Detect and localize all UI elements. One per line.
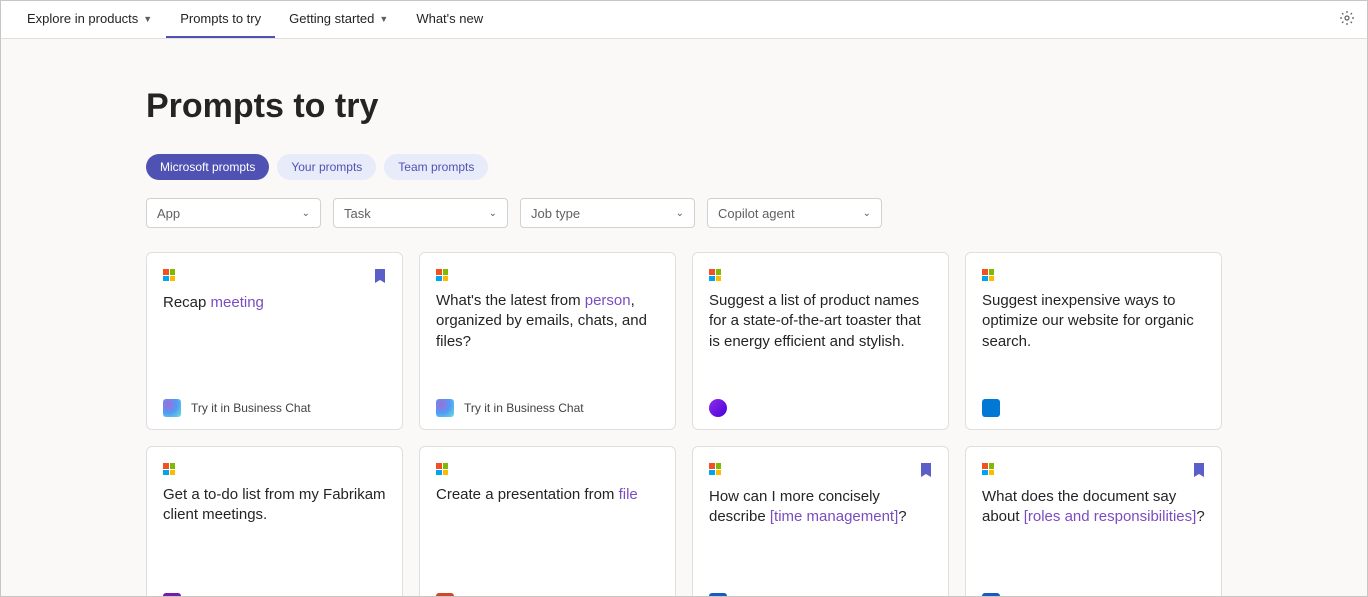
prompt-placeholder: person — [585, 292, 631, 309]
bookmark-icon[interactable] — [920, 463, 932, 477]
bookmark-icon[interactable] — [1193, 463, 1205, 477]
nav-label: Getting started — [289, 11, 374, 26]
prompt-text: How can I more concisely describe [time … — [709, 487, 932, 528]
prompt-placeholder: [roles and responsibilities] — [1024, 508, 1197, 525]
prompt-card[interactable]: What does the document say about [roles … — [965, 446, 1222, 597]
chevron-down-icon: ▼ — [143, 14, 152, 24]
prompt-card[interactable]: Get a to-do list from my Fabrikam client… — [146, 446, 403, 597]
prompt-cards-grid: Recap meeting Try it in Business Chat What… — [146, 252, 1222, 597]
prompt-placeholder: file — [619, 486, 638, 503]
filter-task[interactable]: Task ⌄ — [333, 198, 508, 228]
main-content: Prompts to try Microsoft prompts Your pr… — [134, 39, 1234, 597]
app-window: Explore in products ▼ Prompts to try Get… — [0, 0, 1368, 597]
powerpoint-app-icon: P — [436, 593, 454, 597]
chevron-down-icon: ▼ — [379, 14, 388, 24]
prompt-source-tabs: Microsoft prompts Your prompts Team prom… — [146, 154, 1222, 180]
onenote-app-icon: N — [163, 593, 181, 597]
card-footer — [709, 399, 932, 417]
card-footer: PTry it in PowerPoint — [436, 593, 659, 597]
chevron-down-icon: ⌄ — [676, 208, 684, 219]
prompt-card[interactable]: Recap meeting Try it in Business Chat — [146, 252, 403, 430]
prompt-card[interactable]: Create a presentation from file PTry it i… — [419, 446, 676, 597]
card-header — [436, 269, 659, 281]
filter-row: App ⌄ Task ⌄ Job type ⌄ Copilot agent ⌄ — [146, 198, 1222, 228]
nav-label: Explore in products — [27, 11, 138, 26]
card-footer: Try it in Business Chat — [163, 399, 386, 417]
microsoft-logo-icon — [436, 463, 448, 475]
nav-getting-started[interactable]: Getting started ▼ — [275, 1, 402, 38]
bizchat-app-icon — [163, 399, 181, 417]
microsoft-logo-icon — [163, 269, 175, 281]
chevron-down-icon: ⌄ — [302, 208, 310, 219]
chevron-down-icon: ⌄ — [863, 208, 871, 219]
filter-label: Job type — [531, 206, 580, 221]
card-header — [982, 463, 1205, 477]
microsoft-logo-icon — [163, 463, 175, 475]
card-header — [709, 463, 932, 477]
nav-whats-new[interactable]: What's new — [402, 1, 497, 38]
microsoft-logo-icon — [982, 463, 994, 475]
microsoft-logo-icon — [709, 269, 721, 281]
pill-team-prompts[interactable]: Team prompts — [384, 154, 488, 180]
prompt-card[interactable]: Suggest inexpensive ways to optimize our… — [965, 252, 1222, 430]
prompt-placeholder: [time management] — [770, 508, 898, 525]
word-app-icon: W — [982, 593, 1000, 597]
word-app-icon: W — [709, 593, 727, 597]
prompt-text: Create a presentation from file — [436, 485, 659, 505]
nav-label: Prompts to try — [180, 11, 261, 26]
top-nav: Explore in products ▼ Prompts to try Get… — [1, 1, 1367, 39]
filter-label: Task — [344, 206, 371, 221]
chevron-down-icon: ⌄ — [489, 208, 497, 219]
nav-label: What's new — [416, 11, 483, 26]
card-header — [709, 269, 932, 281]
filter-copilot-agent[interactable]: Copilot agent ⌄ — [707, 198, 882, 228]
nav-prompts-to-try[interactable]: Prompts to try — [166, 1, 275, 38]
settings-button[interactable] — [1339, 10, 1355, 29]
prompt-text: What's the latest from person, organized… — [436, 291, 659, 352]
card-footer: Try it in Business Chat — [436, 399, 659, 417]
card-footer: N — [163, 593, 386, 597]
prompt-placeholder: meeting — [211, 294, 264, 311]
card-footer — [982, 399, 1205, 417]
card-header — [163, 463, 386, 475]
top-nav-left: Explore in products ▼ Prompts to try Get… — [13, 1, 497, 38]
prompt-text: Get a to-do list from my Fabrikam client… — [163, 485, 386, 526]
prompt-text: Suggest inexpensive ways to optimize our… — [982, 291, 1205, 352]
prompt-text: Suggest a list of product names for a st… — [709, 291, 932, 352]
nav-explore-in-products[interactable]: Explore in products ▼ — [13, 1, 166, 38]
microsoft-logo-icon — [709, 463, 721, 475]
pill-your-prompts[interactable]: Your prompts — [277, 154, 376, 180]
card-footer: WTry it in Word — [982, 593, 1205, 597]
try-in-app-label[interactable]: Try it in Business Chat — [464, 401, 584, 415]
microsoft-logo-icon — [436, 269, 448, 281]
page-title: Prompts to try — [146, 87, 1222, 126]
filter-label: Copilot agent — [718, 206, 795, 221]
filter-app[interactable]: App ⌄ — [146, 198, 321, 228]
bizchat-app-icon — [436, 399, 454, 417]
prompt-card[interactable]: Suggest a list of product names for a st… — [692, 252, 949, 430]
gear-icon — [1339, 10, 1355, 26]
card-footer: WTry it in Word — [709, 593, 932, 597]
prompt-text: What does the document say about [roles … — [982, 487, 1205, 528]
microsoft-logo-icon — [982, 269, 994, 281]
prompt-card[interactable]: What's the latest from person, organized… — [419, 252, 676, 430]
filter-job-type[interactable]: Job type ⌄ — [520, 198, 695, 228]
pill-microsoft-prompts[interactable]: Microsoft prompts — [146, 154, 269, 180]
card-header — [163, 269, 386, 283]
prompt-card[interactable]: How can I more concisely describe [time … — [692, 446, 949, 597]
filter-label: App — [157, 206, 180, 221]
bookmark-icon[interactable] — [374, 269, 386, 283]
loop-app-icon — [709, 399, 727, 417]
prompt-text: Recap meeting — [163, 293, 386, 313]
try-in-app-label[interactable]: Try it in Business Chat — [191, 401, 311, 415]
card-header — [436, 463, 659, 475]
card-header — [982, 269, 1205, 281]
outlook-app-icon — [982, 399, 1000, 417]
